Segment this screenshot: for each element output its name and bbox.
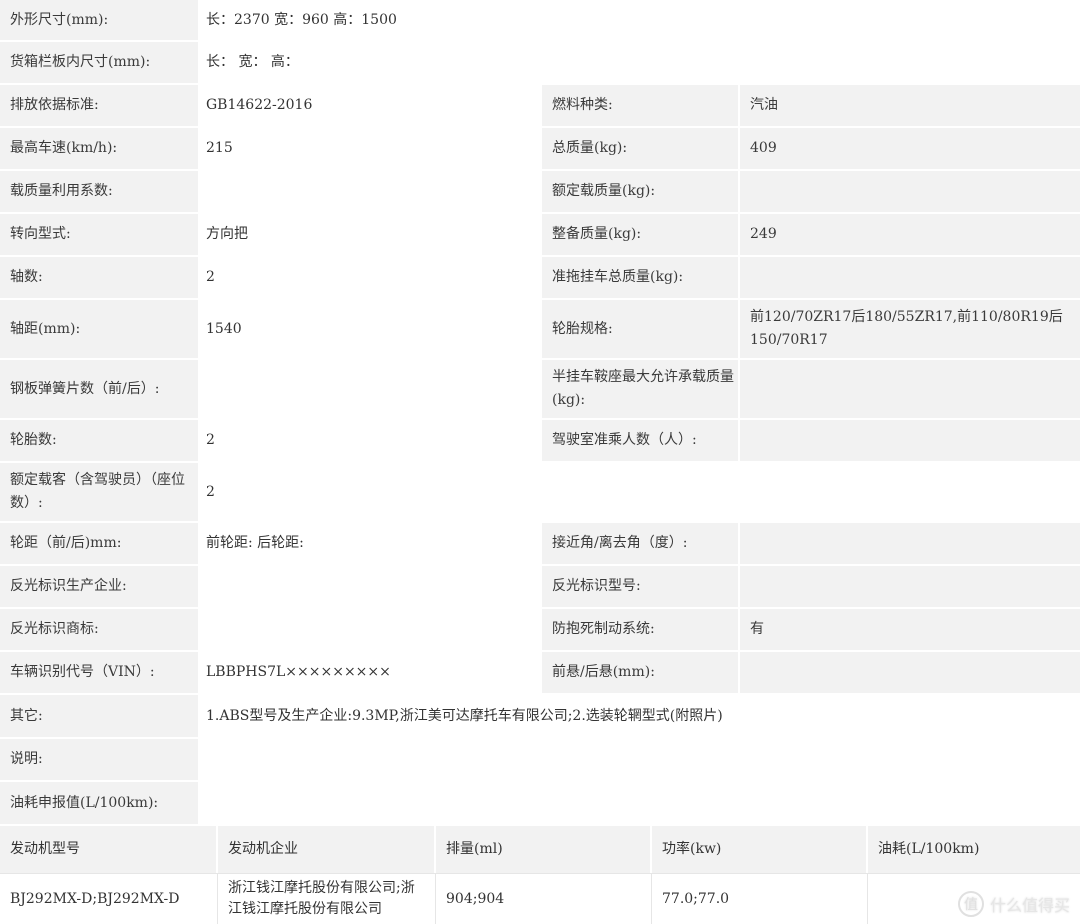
- spec-value: [738, 652, 1080, 693]
- spec-row: 外形尺寸(mm): 长：2370 宽：960 高：1500: [0, 0, 1080, 42]
- spec-label: 轮胎规格:: [540, 300, 738, 358]
- spec-label: 外形尺寸(mm):: [0, 0, 198, 40]
- spec-value: 215: [198, 128, 540, 169]
- spec-value: 2: [198, 463, 1080, 521]
- spec-label: 货箱栏板内尺寸(mm):: [0, 42, 198, 83]
- spec-value: 汽油: [738, 85, 1080, 126]
- spec-value: [198, 739, 1080, 780]
- spec-label: 燃料种类:: [540, 85, 738, 126]
- spec-value: [198, 171, 540, 212]
- spec-label: 轴数:: [0, 257, 198, 298]
- spec-value: 长：2370 宽：960 高：1500: [198, 0, 1080, 40]
- spec-row: 转向型式: 方向把 整备质量(kg): 249: [0, 214, 1080, 257]
- spec-value: [738, 257, 1080, 298]
- spec-row: 轴数: 2 准拖挂车总质量(kg):: [0, 257, 1080, 300]
- spec-value: 1540: [198, 300, 540, 358]
- spec-row: 额定载客（含驾驶员）（座位数）: 2: [0, 463, 1080, 523]
- spec-label: 排放依据标准:: [0, 85, 198, 126]
- engine-table: 发动机型号 发动机企业 排量(ml) 功率(kw) 油耗(L/100km) BJ…: [0, 826, 1080, 924]
- spec-label: 车辆识别代号（VIN）:: [0, 652, 198, 693]
- spec-value: [738, 523, 1080, 564]
- spec-row: 说明:: [0, 739, 1080, 782]
- spec-row: 排放依据标准: GB14622-2016 燃料种类: 汽油: [0, 85, 1080, 128]
- spec-label: 最高车速(km/h):: [0, 128, 198, 169]
- spec-row: 货箱栏板内尺寸(mm): 长： 宽： 高：: [0, 42, 1080, 85]
- spec-value: 1.ABS型号及生产企业:9.3MP,浙江美可达摩托车有限公司;2.选装轮辋型式…: [198, 695, 1080, 737]
- spec-value: GB14622-2016: [198, 85, 540, 126]
- spec-value: 有: [738, 609, 1080, 650]
- spec-label: 接近角/离去角（度）:: [540, 523, 738, 564]
- engine-header-fuel: 油耗(L/100km): [878, 841, 980, 857]
- spec-label: 驾驶室准乘人数（人）:: [540, 420, 738, 461]
- spec-label: 轴距(mm):: [0, 300, 198, 358]
- spec-row: 轴距(mm): 1540 轮胎规格: 前120/70ZR17后180/55ZR17,前…: [0, 300, 1080, 360]
- spec-label: 总质量(kg):: [540, 128, 738, 169]
- spec-value: [198, 609, 540, 650]
- engine-header-model: 发动机型号: [0, 826, 218, 873]
- spec-label: 其它:: [0, 695, 198, 737]
- spec-value: [738, 171, 1080, 212]
- spec-label: 防抱死制动系统:: [540, 609, 738, 650]
- spec-label: 载质量利用系数:: [0, 171, 198, 212]
- spec-value: [198, 782, 1080, 824]
- spec-row: 最高车速(km/h): 215 总质量(kg): 409: [0, 128, 1080, 171]
- spec-label: 转向型式:: [0, 214, 198, 255]
- spec-row: 钢板弹簧片数（前/后）: 半挂车鞍座最大允许承载质量(kg):: [0, 360, 1080, 420]
- spec-value: 方向把: [198, 214, 540, 255]
- spec-row: 轮距（前/后)mm: 前轮距: 后轮距: 接近角/离去角（度）:: [0, 523, 1080, 566]
- spec-value: [198, 360, 540, 418]
- spec-value: [738, 420, 1080, 461]
- engine-displacement-cell: 904;904: [436, 874, 652, 924]
- engine-header-maker: 发动机企业: [218, 826, 436, 873]
- spec-row: 其它: 1.ABS型号及生产企业:9.3MP,浙江美可达摩托车有限公司;2.选装轮…: [0, 695, 1080, 739]
- watermark-text: 什么值得买: [989, 896, 1070, 915]
- spec-value: 前120/70ZR17后180/55ZR17,前110/80R19后150/70…: [738, 300, 1080, 358]
- spec-label: 半挂车鞍座最大允许承载质量(kg):: [540, 360, 738, 418]
- watermark: 值 什么值得买: [957, 891, 1070, 917]
- engine-table-header: 发动机型号 发动机企业 排量(ml) 功率(kw) 油耗(L/100km): [0, 826, 1080, 873]
- spec-value: 249: [738, 214, 1080, 255]
- spec-label: 前悬/后悬(mm):: [540, 652, 738, 693]
- spec-label: 额定载质量(kg):: [540, 171, 738, 212]
- engine-header-displacement: 排量(ml): [436, 826, 652, 873]
- spec-value: LBBPHS7L×××××××××: [198, 652, 540, 693]
- smzdm-logo-icon: 值: [957, 891, 984, 917]
- spec-value: 2: [198, 257, 540, 298]
- spec-label: 额定载客（含驾驶员）（座位数）:: [0, 463, 198, 521]
- engine-model-cell: BJ292MX-D;BJ292MX-D: [0, 874, 218, 924]
- engine-power-cell: 77.0;77.0: [652, 874, 868, 924]
- spec-value: 2: [198, 420, 540, 461]
- engine-header-power: 功率(kw): [652, 826, 868, 873]
- spec-label: 反光标识生产企业:: [0, 566, 198, 607]
- spec-row: 反光标识商标: 防抱死制动系统: 有: [0, 609, 1080, 652]
- spec-label: 轮胎数:: [0, 420, 198, 461]
- spec-label: 油耗申报值(L/100km):: [0, 782, 198, 824]
- spec-label: 反光标识型号:: [540, 566, 738, 607]
- spec-row: 轮胎数: 2 驾驶室准乘人数（人）:: [0, 420, 1080, 463]
- spec-row: 车辆识别代号（VIN）: LBBPHS7L××××××××× 前悬/后悬(mm):: [0, 652, 1080, 695]
- spec-label: 准拖挂车总质量(kg):: [540, 257, 738, 298]
- engine-maker-cell: 浙江钱江摩托股份有限公司;浙江钱江摩托股份有限公司: [218, 874, 436, 924]
- spec-value: [198, 566, 540, 607]
- engine-table-row: BJ292MX-D;BJ292MX-D 浙江钱江摩托股份有限公司;浙江钱江摩托股…: [0, 873, 1080, 924]
- spec-row: 反光标识生产企业: 反光标识型号:: [0, 566, 1080, 609]
- spec-value: [738, 566, 1080, 607]
- spec-value: 长： 宽： 高：: [198, 42, 1080, 83]
- spec-row: 载质量利用系数: 额定载质量(kg):: [0, 171, 1080, 214]
- spec-label: 轮距（前/后)mm:: [0, 523, 198, 564]
- spec-label: 钢板弹簧片数（前/后）:: [0, 360, 198, 418]
- spec-value: 前轮距: 后轮距:: [198, 523, 540, 564]
- spec-label: 整备质量(kg):: [540, 214, 738, 255]
- spec-value: 409: [738, 128, 1080, 169]
- spec-label: 说明:: [0, 739, 198, 780]
- spec-label: 反光标识商标:: [0, 609, 198, 650]
- spec-row: 油耗申报值(L/100km):: [0, 782, 1080, 826]
- spec-value: [738, 360, 1080, 418]
